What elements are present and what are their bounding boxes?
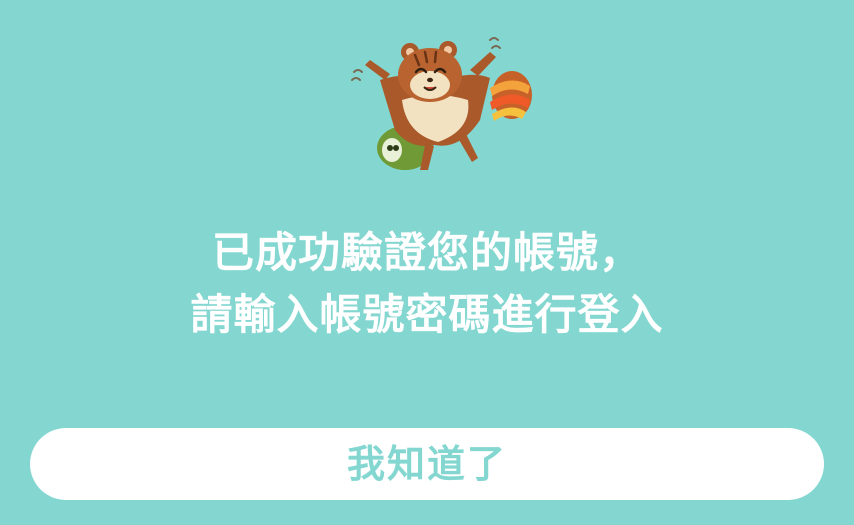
verification-success-screen: 已成功驗證您的帳號， 請輸入帳號密碼進行登入 我知道了 <box>0 0 854 525</box>
flying-squirrel-mascot-icon <box>351 37 532 170</box>
confirm-button[interactable]: 我知道了 <box>30 428 824 500</box>
message-line-2: 請輸入帳號密碼進行登入 <box>190 290 664 339</box>
verification-message: 已成功驗證您的帳號， 請輸入帳號密碼進行登入 <box>0 222 854 346</box>
message-line-1: 已成功驗證您的帳號， <box>211 228 642 277</box>
